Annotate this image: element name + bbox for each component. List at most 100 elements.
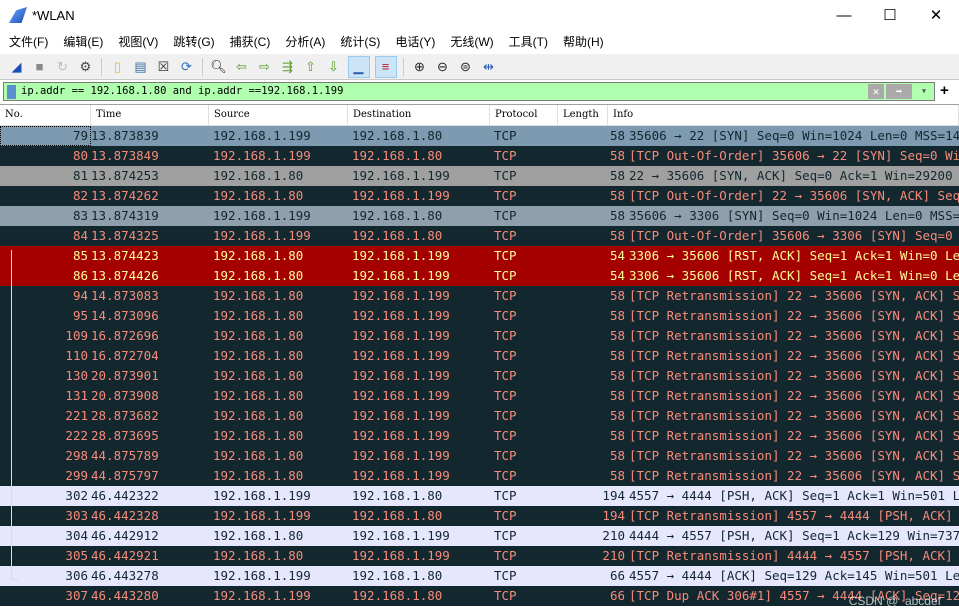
- filter-history-dropdown[interactable]: ▾: [914, 83, 934, 100]
- zoom-in-button[interactable]: ⊕: [411, 58, 429, 76]
- cell-protocol: TCP: [494, 588, 517, 603]
- minimize-button[interactable]: —: [821, 0, 867, 30]
- packet-list: No. Time Source Destination Protocol Length In…: [0, 104, 959, 616]
- filter-bookmark-icon[interactable]: [7, 84, 16, 99]
- display-filter-input[interactable]: [21, 83, 868, 100]
- cell-destination: 192.168.1.199: [352, 168, 450, 183]
- cell-source: 192.168.1.199: [213, 588, 311, 603]
- maximize-button[interactable]: ☐: [867, 0, 913, 30]
- cell-destination: 192.168.1.199: [352, 308, 450, 323]
- cell-source: 192.168.1.80: [213, 528, 304, 543]
- menu-item[interactable]: 电话(Y): [386, 32, 435, 52]
- find-packet-button[interactable]: 🔍︎: [210, 58, 228, 76]
- zoom-out-button[interactable]: ⊖: [434, 58, 452, 76]
- cell-no: 82: [72, 188, 88, 203]
- reload-file-button[interactable]: ⟳: [178, 58, 196, 76]
- packet-row[interactable]: 85 13.874423 192.168.1.80 192.168.1.199 TCP 5…: [0, 246, 959, 266]
- cell-time: 46.443278: [91, 568, 159, 583]
- menu-item[interactable]: 编辑(E): [54, 32, 103, 52]
- go-to-packet-button[interactable]: ⇶: [279, 58, 297, 76]
- packet-row[interactable]: 131 20.873908 192.168.1.80 192.168.1.199 TCP…: [0, 386, 959, 406]
- clear-filter-button[interactable]: ✕: [868, 84, 884, 99]
- menu-item[interactable]: 分析(A): [276, 32, 325, 52]
- menu-item[interactable]: 工具(T): [500, 32, 548, 52]
- restart-button[interactable]: ↻: [54, 58, 72, 76]
- close-file-button[interactable]: ☒: [155, 58, 173, 76]
- cell-info: [TCP Retransmission] 22 → 35606 [SYN, AC…: [629, 408, 959, 423]
- colorize-icon: ≡: [381, 59, 390, 74]
- cell-length: 58: [609, 328, 625, 343]
- cell-destination: 192.168.1.80: [352, 488, 443, 503]
- add-filter-button[interactable]: +: [940, 82, 949, 99]
- packet-row[interactable]: 306 46.443278 192.168.1.199 192.168.1.80 TCP…: [0, 566, 959, 586]
- packet-row[interactable]: 81 13.874253 192.168.1.80 192.168.1.199 TCP 5…: [0, 166, 959, 186]
- packet-row[interactable]: 86 13.874426 192.168.1.80 192.168.1.199 TCP 5…: [0, 266, 959, 286]
- cell-destination: 192.168.1.199: [352, 368, 450, 383]
- capture-options-button[interactable]: ⚙: [77, 58, 95, 76]
- menu-item[interactable]: 视图(V): [109, 32, 158, 52]
- auto-scroll-button[interactable]: ▁: [347, 55, 370, 78]
- column-header-destination[interactable]: Destination: [348, 105, 490, 125]
- column-header-length[interactable]: Length: [558, 105, 608, 125]
- menu-item[interactable]: 文件(F): [0, 32, 48, 52]
- packet-row[interactable]: 110 16.872704 192.168.1.80 192.168.1.199 TCP…: [0, 346, 959, 366]
- menu-item[interactable]: 捕获(C): [221, 32, 271, 52]
- packet-row[interactable]: 130 20.873901 192.168.1.80 192.168.1.199 TCP…: [0, 366, 959, 386]
- packet-row[interactable]: 298 44.875789 192.168.1.80 192.168.1.199 TCP…: [0, 446, 959, 466]
- packet-row[interactable]: 109 16.872696 192.168.1.80 192.168.1.199 TCP…: [0, 326, 959, 346]
- packet-row[interactable]: 82 13.874262 192.168.1.80 192.168.1.199 TCP 5…: [0, 186, 959, 206]
- cell-time: 13.873849: [91, 148, 159, 163]
- go-last-button[interactable]: ⇩: [325, 58, 343, 76]
- menu-item[interactable]: 帮助(H): [554, 32, 604, 52]
- packet-row[interactable]: 304 46.442912 192.168.1.80 192.168.1.199 TCP…: [0, 526, 959, 546]
- packet-row[interactable]: 94 14.873083 192.168.1.80 192.168.1.199 TCP 5…: [0, 286, 959, 306]
- packet-row[interactable]: 84 13.874325 192.168.1.199 192.168.1.80 TCP 5…: [0, 226, 959, 246]
- stop-button[interactable]: ■: [31, 58, 49, 76]
- go-first-button[interactable]: ⇧: [302, 58, 320, 76]
- packet-row[interactable]: 83 13.874319 192.168.1.199 192.168.1.80 TCP 5…: [0, 206, 959, 226]
- column-header-time[interactable]: Time: [91, 105, 209, 125]
- column-header-source[interactable]: Source: [209, 105, 348, 125]
- cell-destination: 192.168.1.80: [352, 208, 443, 223]
- packet-row[interactable]: 302 46.442322 192.168.1.199 192.168.1.80 TCP…: [0, 486, 959, 506]
- go-first-icon: ⇧: [305, 58, 316, 74]
- cell-source: 192.168.1.199: [213, 128, 311, 143]
- resize-columns-button[interactable]: ⇹: [480, 58, 498, 76]
- save-file-button[interactable]: ▤: [132, 58, 150, 76]
- close-button[interactable]: ✕: [913, 0, 959, 30]
- menu-item[interactable]: 无线(W): [441, 32, 493, 52]
- packet-row[interactable]: 307 46.443280 192.168.1.199 192.168.1.80 TCP…: [0, 586, 959, 606]
- cell-destination: 192.168.1.80: [352, 568, 443, 583]
- packet-row[interactable]: 79 13.873839 192.168.1.199 192.168.1.80 TCP 5…: [0, 126, 959, 146]
- cell-protocol: TCP: [494, 148, 517, 163]
- packet-row[interactable]: 305 46.442921 192.168.1.80 192.168.1.199 TCP…: [0, 546, 959, 566]
- packet-row[interactable]: 221 28.873682 192.168.1.80 192.168.1.199 TCP…: [0, 406, 959, 426]
- cell-destination: 192.168.1.199: [352, 268, 450, 283]
- go-to-packet-icon: ⇶: [282, 58, 293, 74]
- cell-source: 192.168.1.80: [213, 548, 304, 563]
- cell-time: 13.874253: [91, 168, 159, 183]
- column-header-no[interactable]: No.: [0, 105, 91, 125]
- open-file-button[interactable]: ▯: [109, 58, 127, 76]
- cell-time: 46.442921: [91, 548, 159, 563]
- menu-item[interactable]: 统计(S): [331, 32, 380, 52]
- column-header-protocol[interactable]: Protocol: [490, 105, 558, 125]
- packet-row[interactable]: 222 28.873695 192.168.1.80 192.168.1.199 TCP…: [0, 426, 959, 446]
- cell-source: 192.168.1.80: [213, 268, 304, 283]
- menu-item[interactable]: 跳转(G): [164, 32, 214, 52]
- go-forward-button[interactable]: ⇨: [256, 58, 274, 76]
- cell-source: 192.168.1.80: [213, 308, 304, 323]
- packet-row[interactable]: 80 13.873849 192.168.1.199 192.168.1.80 TCP 5…: [0, 146, 959, 166]
- cell-source: 192.168.1.80: [213, 328, 304, 343]
- packet-row[interactable]: 299 44.875797 192.168.1.80 192.168.1.199 TCP…: [0, 466, 959, 486]
- packet-row[interactable]: 95 14.873096 192.168.1.80 192.168.1.199 TCP 5…: [0, 306, 959, 326]
- zoom-normal-button[interactable]: ⊜: [457, 58, 475, 76]
- column-header-info[interactable]: Info: [608, 105, 959, 125]
- packet-row[interactable]: 303 46.442328 192.168.1.199 192.168.1.80 TCP…: [0, 506, 959, 526]
- shark-fin-start-button[interactable]: ◢: [8, 58, 26, 76]
- apply-filter-button[interactable]: ➡: [886, 84, 912, 99]
- cell-time: 46.442322: [91, 488, 159, 503]
- go-back-button[interactable]: ⇦: [233, 58, 251, 76]
- colorize-button[interactable]: ≡: [374, 55, 397, 78]
- cell-destination: 192.168.1.80: [352, 228, 443, 243]
